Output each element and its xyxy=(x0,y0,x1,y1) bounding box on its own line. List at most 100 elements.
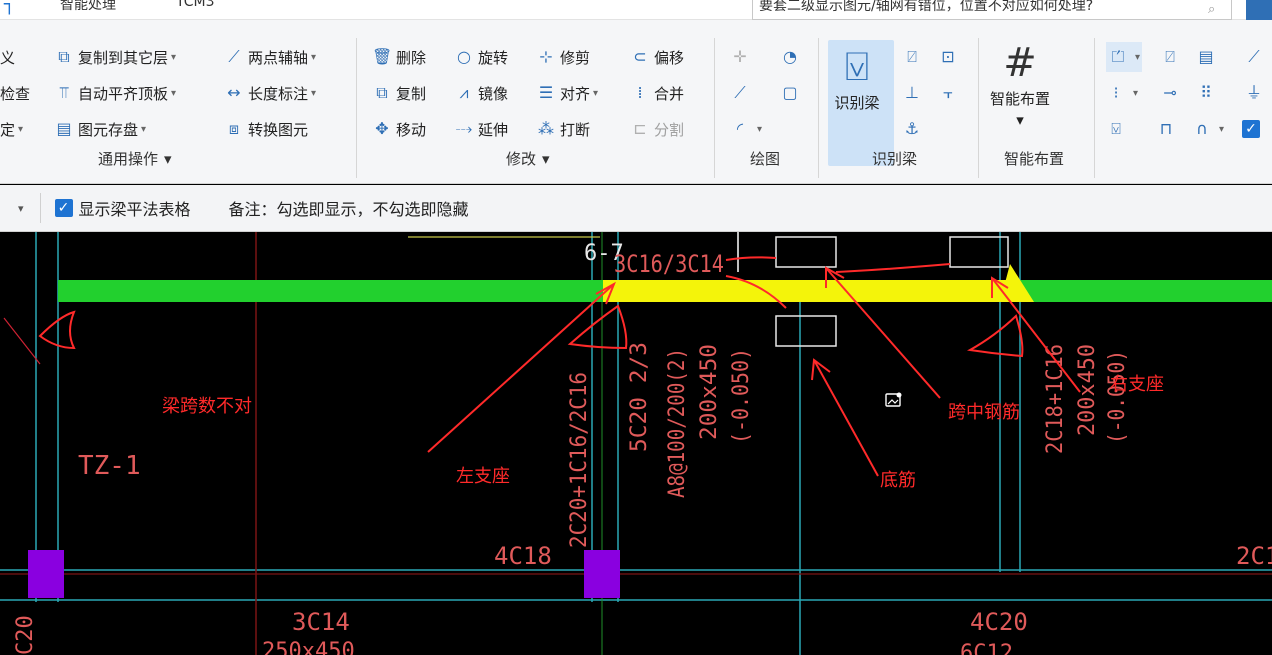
group-smart: 智能布置 xyxy=(1004,148,1064,169)
align-button[interactable]: ☰ 对齐 ▾ xyxy=(536,78,598,108)
annotation-left-support: 左支座 xyxy=(456,466,510,487)
column-left[interactable] xyxy=(28,550,64,598)
identify-tool-3[interactable]: ⊥ xyxy=(902,78,926,108)
annotation-mid-rebar: 跨中钢筋 xyxy=(948,402,1020,423)
right-checkbox[interactable]: ✓ xyxy=(1242,114,1266,144)
extend-button[interactable]: ⤏ 延伸 xyxy=(454,114,508,144)
search-icon[interactable]: ⌕ xyxy=(1208,2,1215,17)
identify-tool-5[interactable]: ⚓ xyxy=(902,114,926,144)
smart-layout-button[interactable]: # 智能布置 ▾ xyxy=(990,38,1050,129)
menu-smart-process[interactable]: 智能处理 xyxy=(60,0,116,14)
top-rebar-text: 3C16/3C14 xyxy=(614,250,724,278)
draw-circle-button[interactable]: ◔ xyxy=(780,42,804,72)
app-logo-icon: ┐ xyxy=(4,0,15,15)
group-general-ops[interactable]: 通用操作 ▾ xyxy=(98,148,172,169)
right-tool-7[interactable]: ⠿ xyxy=(1196,78,1220,108)
help-search-input[interactable]: 要套二级显示图元/轴网有错位，位置不对应如何处理? xyxy=(752,0,1232,20)
auto-flat-top-button[interactable]: ⫪ 自动平齐顶板 ▾ xyxy=(54,78,176,108)
move-icon: ✥ xyxy=(375,119,389,138)
trim-icon: ⊹ xyxy=(539,47,553,66)
trim-label: 修剪 xyxy=(560,48,591,67)
rect-icon: ▢ xyxy=(782,83,798,102)
chevron-down-icon: ▾ xyxy=(1133,87,1139,99)
draw-line-button[interactable]: ⟋ xyxy=(730,78,754,108)
split-button[interactable]: ⊏ 分割 xyxy=(630,114,684,144)
flat-top-icon: ⫪ xyxy=(59,83,69,102)
trim-button[interactable]: ⊹ 修剪 xyxy=(536,42,590,72)
two-point-axis-label: 两点辅轴 xyxy=(248,48,309,67)
show-table-label[interactable]: 显示梁平法表格 xyxy=(79,196,191,220)
lock-button[interactable]: 定 ▾ xyxy=(0,114,23,144)
two-point-axis-button[interactable]: ⟋ 两点辅轴 ▾ xyxy=(224,42,316,72)
bottom-rebar-6c12: 6C12 xyxy=(960,641,1013,655)
right-tool-4[interactable]: ⟋ xyxy=(1244,42,1268,72)
identify-tool-1[interactable]: ⍁ xyxy=(902,42,926,72)
right-tool-8[interactable]: ⏚ xyxy=(1244,78,1268,108)
beam-span-green[interactable] xyxy=(58,280,603,302)
matrix-icon: ⠿ xyxy=(1200,83,1212,102)
right-elevation-offset: (-0.050) xyxy=(1105,350,1130,444)
expand-icon[interactable] xyxy=(1246,0,1272,20)
tz-label: TZ-1 xyxy=(78,451,141,481)
length-mark-button[interactable]: ↔ 长度标注 ▾ xyxy=(224,78,316,108)
extend-label: 延伸 xyxy=(478,120,509,139)
identify-tool-2[interactable]: ⊡ xyxy=(938,42,962,72)
mirror-button[interactable]: ⩘ 镜像 xyxy=(454,78,508,108)
rotate-label: 旋转 xyxy=(478,48,509,67)
stirrup-spec: A8@100/200(2) xyxy=(665,348,690,498)
show-table-checkbox[interactable]: ✓ xyxy=(54,199,73,217)
line-icon: ⟋ xyxy=(734,83,746,102)
menu-tcm[interactable]: TCM3 xyxy=(176,0,215,10)
identify-beam-button[interactable]: ⍌ 识别梁 xyxy=(830,42,884,113)
rebar-pick-icon: ⍁ xyxy=(1165,47,1175,66)
identify-tool-4[interactable]: ⫟ xyxy=(938,78,962,108)
chevron-down-icon: ▾ xyxy=(311,87,317,99)
draw-rect-button[interactable]: ▢ xyxy=(780,78,804,108)
break-label: 打断 xyxy=(560,120,591,139)
rotate-icon: ○ xyxy=(457,47,471,66)
chevron-down-icon[interactable]: ▾ xyxy=(18,202,24,215)
divider xyxy=(818,38,819,178)
divider xyxy=(714,38,715,178)
beam-span-selected[interactable] xyxy=(603,280,1020,302)
bottom-rebar-3c14: 3C14 xyxy=(292,608,350,636)
right-tool-1[interactable]: ⏍ ▾ xyxy=(1106,42,1143,72)
rotate-button[interactable]: ○ 旋转 xyxy=(454,42,508,72)
break-button[interactable]: ⁂ 打断 xyxy=(536,114,590,144)
copy-to-layer-label: 复制到其它层 xyxy=(78,48,169,67)
more-icon: ⟋ xyxy=(1248,47,1260,66)
right-tool-3[interactable]: ▤ xyxy=(1196,42,1220,72)
point-icon: ✛ xyxy=(733,47,747,66)
right-tool-9[interactable]: ⍌ xyxy=(1106,114,1130,144)
chevron-down-icon: ▾ xyxy=(757,123,763,135)
axis-icon: ⟋ xyxy=(228,47,240,66)
merge-button[interactable]: ⁞ 合并 xyxy=(630,78,684,108)
cad-canvas[interactable]: 6-7 3C16/3C14 TZ-1 4C18 3C14 250x450 4C2… xyxy=(0,232,1272,655)
right-tool-6[interactable]: ⊸ xyxy=(1160,78,1184,108)
beam-support-icon: ⚓ xyxy=(904,119,920,138)
copy-to-layer-button[interactable]: ⧉ 复制到其它层 ▾ xyxy=(54,42,176,72)
draw-point-button[interactable]: ✛ xyxy=(730,42,754,72)
beam-span-green-right[interactable] xyxy=(1020,280,1272,302)
group-identify: 识别梁 xyxy=(872,148,917,169)
delete-button[interactable]: 🗑 删除 xyxy=(372,42,426,72)
group-general-label: 通用操作 xyxy=(98,150,159,168)
convert-element-button[interactable]: ⧈ 转换图元 xyxy=(224,114,308,144)
chevron-down-icon: ▾ xyxy=(593,87,599,99)
right-tool-2[interactable]: ⍁ xyxy=(1160,42,1184,72)
element-store-button[interactable]: ▤ 图元存盘 ▾ xyxy=(54,114,146,144)
right-tool-10[interactable]: ⊓ xyxy=(1156,114,1180,144)
extend-icon: ⤏ xyxy=(455,119,473,138)
column-mid[interactable] xyxy=(584,550,620,598)
right-tool-5[interactable]: ⁝ ▾ xyxy=(1106,78,1138,108)
offset-button[interactable]: ⊂ 偏移 xyxy=(630,42,684,72)
check-button[interactable]: 检查 xyxy=(0,78,30,108)
define-button[interactable]: 义 xyxy=(0,42,15,72)
draw-arc-button[interactable]: ◜ ▾ xyxy=(730,114,762,144)
right-tool-11[interactable]: ∩ ▾ xyxy=(1192,114,1224,144)
group-modify[interactable]: 修改 ▾ xyxy=(506,148,550,169)
options-note: 备注：勾选即显示，不勾选即隐藏 xyxy=(228,200,469,219)
annotation-wrong-span: 梁跨数不对 xyxy=(162,396,252,417)
copy-button[interactable]: ⧉ 复制 xyxy=(372,78,426,108)
move-button[interactable]: ✥ 移动 xyxy=(372,114,426,144)
